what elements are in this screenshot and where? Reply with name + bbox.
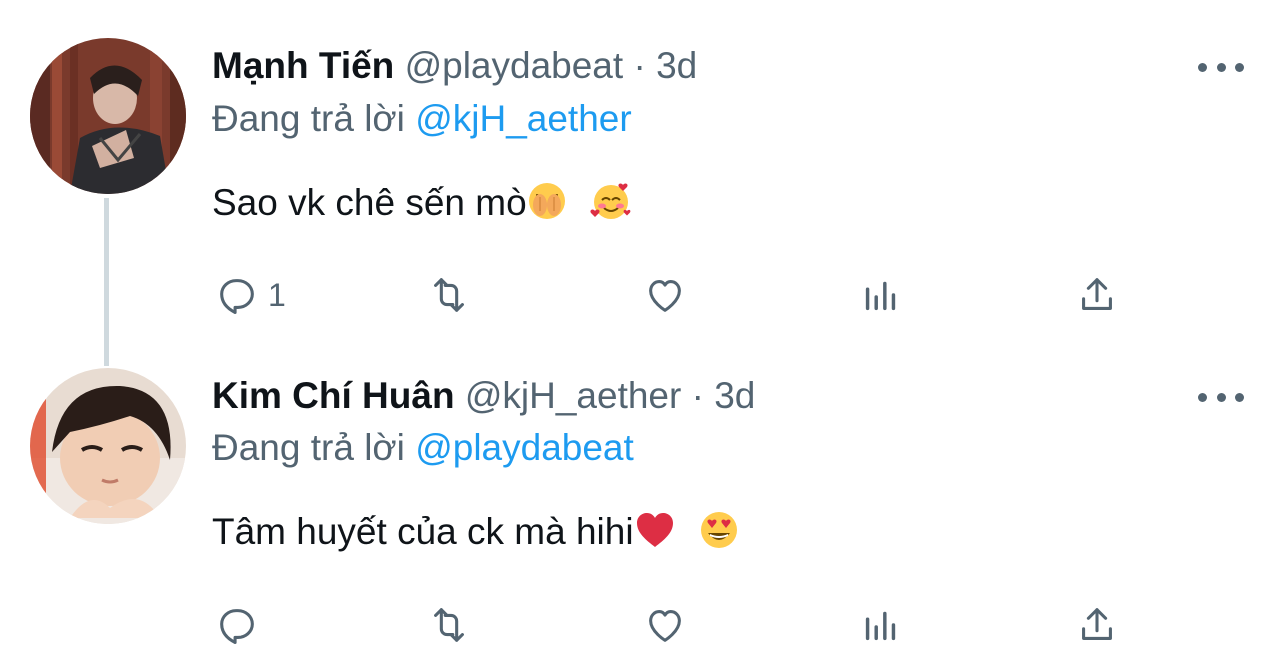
face-with-hand-over-mouth-emoji bbox=[527, 181, 567, 231]
display-name[interactable]: Mạnh Tiến bbox=[212, 45, 394, 86]
thread-line bbox=[104, 198, 109, 366]
user-handle[interactable]: @kjH_aether bbox=[465, 375, 682, 416]
retweet-button[interactable] bbox=[426, 600, 472, 650]
tweet-header: Kim Chí Huân @kjH_aether · 3d bbox=[212, 374, 755, 418]
red-heart-emoji bbox=[634, 510, 676, 560]
user-handle[interactable]: @playdabeat bbox=[405, 45, 624, 86]
action-bar: 1 bbox=[212, 270, 1132, 320]
replying-prefix: Đang trả lời bbox=[212, 427, 405, 468]
tweet-1[interactable]: Mạnh Tiến @playdabeat · 3d Đang trả lời … bbox=[0, 0, 1284, 366]
share-button[interactable] bbox=[1074, 600, 1120, 650]
reply-button[interactable] bbox=[214, 600, 268, 650]
separator-dot: · bbox=[633, 45, 646, 86]
tweet-2[interactable]: Kim Chí Huân @kjH_aether · 3d Đang trả l… bbox=[0, 360, 1284, 668]
avatar[interactable] bbox=[30, 368, 186, 524]
like-button[interactable] bbox=[642, 270, 688, 320]
timestamp[interactable]: 3d bbox=[656, 45, 697, 86]
replying-to: Đang trả lời @playdabeat bbox=[212, 426, 634, 470]
more-icon[interactable] bbox=[1198, 52, 1244, 82]
action-bar bbox=[212, 600, 1132, 650]
more-icon[interactable] bbox=[1198, 382, 1244, 412]
like-icon bbox=[649, 610, 681, 642]
tweet-text: Tâm huyết của ck mà hihi bbox=[212, 510, 740, 560]
like-button[interactable] bbox=[642, 600, 688, 650]
reply-button[interactable]: 1 bbox=[214, 270, 286, 320]
smiling-face-with-hearts-emoji bbox=[589, 181, 633, 231]
mention-link[interactable]: @kjH_aether bbox=[415, 98, 632, 139]
display-name[interactable]: Kim Chí Huân bbox=[212, 375, 455, 416]
analytics-button[interactable] bbox=[858, 600, 904, 650]
retweet-icon bbox=[434, 608, 464, 642]
retweet-button[interactable] bbox=[426, 270, 472, 320]
tweet-text: Sao vk chê sến mò bbox=[212, 181, 633, 231]
retweet-icon bbox=[434, 278, 464, 312]
analytics-icon bbox=[865, 281, 896, 311]
share-icon bbox=[1082, 608, 1112, 640]
mention-link[interactable]: @playdabeat bbox=[415, 427, 634, 468]
separator-dot: · bbox=[691, 375, 704, 416]
reply-icon bbox=[220, 609, 254, 644]
share-icon bbox=[1082, 278, 1112, 310]
like-icon bbox=[649, 280, 681, 312]
analytics-button[interactable] bbox=[858, 270, 904, 320]
replying-prefix: Đang trả lời bbox=[212, 98, 405, 139]
heart-eyes-emoji bbox=[698, 510, 740, 560]
reply-icon bbox=[220, 279, 254, 314]
tweet-text-content: Tâm huyết của ck mà hihi bbox=[212, 511, 634, 552]
avatar[interactable] bbox=[30, 38, 186, 194]
reply-count: 1 bbox=[268, 276, 286, 313]
analytics-icon bbox=[865, 611, 896, 641]
share-button[interactable] bbox=[1074, 270, 1120, 320]
replying-to: Đang trả lời @kjH_aether bbox=[212, 97, 632, 141]
timestamp[interactable]: 3d bbox=[714, 375, 755, 416]
tweet-header: Mạnh Tiến @playdabeat · 3d bbox=[212, 44, 697, 88]
tweet-text-content: Sao vk chê sến mò bbox=[212, 182, 527, 223]
